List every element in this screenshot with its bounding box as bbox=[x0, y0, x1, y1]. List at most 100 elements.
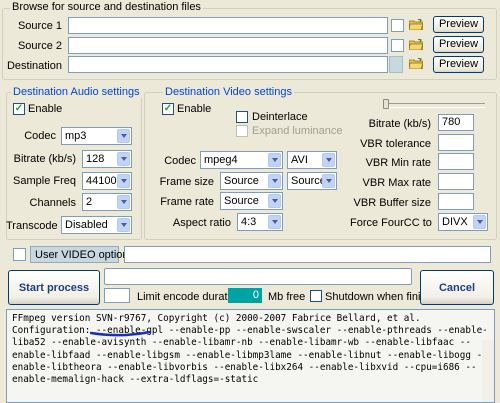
video-codec-select[interactable]: mpeg4 bbox=[200, 151, 283, 169]
console-line: FFmpeg version SVN-r9767, Copyright (c) … bbox=[12, 313, 421, 324]
source1-input[interactable] bbox=[68, 17, 388, 34]
force-fourcc-select[interactable]: DIVX bbox=[438, 213, 488, 231]
chevron-down-icon[interactable] bbox=[322, 174, 335, 188]
deinterlace-checkbox[interactable] bbox=[236, 111, 248, 123]
container-select[interactable]: AVI bbox=[287, 151, 337, 169]
sample-freq-label: Sample Freq bbox=[13, 175, 76, 187]
deinterlace-label: Deinterlace bbox=[252, 111, 308, 123]
vbr-buffer-size-input[interactable] bbox=[438, 193, 474, 210]
chevron-down-icon[interactable] bbox=[268, 174, 281, 188]
source1-folder-icon[interactable] bbox=[409, 19, 423, 30]
sample-freq-value: 44100 bbox=[86, 175, 117, 187]
user-video-options-checkbox[interactable] bbox=[13, 248, 26, 261]
chevron-down-icon[interactable] bbox=[117, 129, 130, 143]
destination-input[interactable] bbox=[68, 56, 388, 73]
frame-rate-value: Source bbox=[224, 195, 259, 207]
chevron-down-icon[interactable] bbox=[117, 174, 130, 188]
aspect-ratio-label: Aspect ratio bbox=[172, 217, 231, 229]
frame-size-value: Source bbox=[224, 175, 259, 187]
vbr-buffer-size-label: VBR Buffer size bbox=[353, 197, 431, 209]
source2-checkbox[interactable] bbox=[391, 39, 404, 52]
vbr-max-rate-input[interactable] bbox=[438, 173, 474, 190]
audio-bitrate-value: 128 bbox=[86, 153, 105, 165]
console-line: enable-libtheora --enable-libvorbis --en… bbox=[12, 361, 477, 373]
audio-bitrate-label: Bitrate (kb/s) bbox=[13, 153, 76, 165]
source2-input[interactable] bbox=[68, 37, 388, 54]
version-underline-annotation bbox=[90, 330, 152, 337]
vbr-min-rate-input[interactable] bbox=[438, 153, 474, 170]
start-process-button[interactable]: Start process bbox=[8, 270, 100, 305]
expand-luminance-checkbox bbox=[236, 125, 248, 137]
limit-duration-label: Limit encode duration bbox=[137, 291, 243, 303]
free-space-value: 0 bbox=[228, 288, 262, 303]
vbr-max-rate-label: VBR Max rate bbox=[362, 177, 431, 189]
audio-bitrate-select[interactable]: 128 bbox=[82, 150, 132, 168]
transcode-label: Transcode bbox=[6, 220, 58, 232]
destination-indicator bbox=[389, 56, 403, 73]
console-line: Configuration: --enable-gpl --enable-pp … bbox=[12, 325, 488, 337]
frame-rate-label: Frame rate bbox=[160, 196, 214, 208]
frame-size2-select[interactable]: Source bbox=[287, 172, 337, 190]
video-bitrate-label: Bitrate (kb/s) bbox=[368, 118, 431, 130]
channels-select[interactable]: 2 bbox=[82, 193, 132, 211]
frame-size2-value: Source bbox=[291, 175, 326, 187]
container-value: AVI bbox=[291, 154, 308, 166]
chevron-down-icon[interactable] bbox=[268, 153, 281, 167]
video-enable-label: Enable bbox=[177, 103, 212, 115]
source1-checkbox[interactable] bbox=[391, 19, 404, 32]
audio-enable-checkbox[interactable]: ✓ bbox=[13, 103, 25, 115]
transcode-select[interactable]: Disabled bbox=[61, 216, 132, 234]
cancel-button[interactable]: Cancel bbox=[420, 270, 494, 305]
chevron-down-icon[interactable] bbox=[322, 153, 335, 167]
video-bitrate-input[interactable]: 780 bbox=[438, 114, 474, 131]
frame-size-label: Frame size bbox=[159, 176, 214, 188]
source2-folder-icon[interactable] bbox=[409, 39, 423, 50]
chevron-down-icon[interactable] bbox=[268, 215, 281, 229]
frame-rate-select[interactable]: Source bbox=[220, 192, 283, 210]
video-codec-label: Codec bbox=[164, 155, 196, 167]
destination-label: Destination bbox=[6, 60, 62, 72]
audio-enable-label: Enable bbox=[28, 103, 63, 115]
chevron-down-icon[interactable] bbox=[473, 215, 486, 229]
destination-folder-icon[interactable] bbox=[409, 58, 423, 69]
channels-value: 2 bbox=[86, 196, 93, 208]
audio-group-title: Destination Audio settings bbox=[11, 86, 142, 98]
shutdown-checkbox[interactable] bbox=[310, 290, 322, 302]
aspect-ratio-value: 4:3 bbox=[241, 216, 257, 228]
source2-preview-button[interactable]: Preview bbox=[433, 36, 484, 53]
video-group-title: Destination Video settings bbox=[163, 86, 294, 98]
transcode-value: Disabled bbox=[65, 219, 108, 231]
chevron-down-icon[interactable] bbox=[117, 218, 130, 232]
source1-preview-button[interactable]: Preview bbox=[433, 16, 484, 33]
user-video-options-input[interactable] bbox=[124, 246, 491, 263]
console-line: enable-memalign-hack --extra-ldflags=-st… bbox=[12, 374, 259, 386]
bitrate-slider-track[interactable] bbox=[385, 103, 485, 108]
force-fourcc-value: DIVX bbox=[442, 216, 468, 228]
bitrate-slider-thumb[interactable] bbox=[383, 99, 389, 109]
audio-codec-select[interactable]: mp3 bbox=[61, 127, 132, 145]
force-fourcc-label: Force FourCC to bbox=[350, 217, 432, 229]
console-output: FFmpeg version SVN-r9767, Copyright (c) … bbox=[6, 309, 495, 403]
frame-size-select[interactable]: Source bbox=[220, 172, 283, 190]
source1-label: Source 1 bbox=[17, 20, 62, 32]
video-codec-value: mpeg4 bbox=[204, 154, 238, 166]
console-scrollbar[interactable] bbox=[482, 340, 494, 402]
user-video-options-button[interactable]: User VIDEO options > bbox=[30, 246, 144, 263]
console-line: liba52 --enable-avisynth --enable-libamr… bbox=[12, 337, 471, 349]
browse-group-title: Browse for source and destination files bbox=[10, 1, 203, 13]
expand-luminance-label: Expand luminance bbox=[252, 125, 343, 137]
audio-codec-label: Codec bbox=[24, 130, 56, 142]
sample-freq-select[interactable]: 44100 bbox=[82, 172, 132, 190]
limit-duration-input[interactable] bbox=[104, 288, 130, 303]
free-space-number: 0 bbox=[252, 289, 259, 301]
chevron-down-icon[interactable] bbox=[268, 194, 281, 208]
aspect-ratio-select[interactable]: 4:3 bbox=[237, 213, 283, 231]
free-space-unit: Mb free bbox=[268, 291, 306, 303]
vbr-tolerance-input[interactable] bbox=[438, 134, 474, 151]
chevron-down-icon[interactable] bbox=[117, 195, 130, 209]
destination-preview-button[interactable]: Preview bbox=[433, 56, 484, 73]
video-enable-checkbox[interactable]: ✓ bbox=[162, 103, 174, 115]
audio-codec-value: mp3 bbox=[65, 130, 87, 142]
vbr-min-rate-label: VBR Min rate bbox=[365, 157, 431, 169]
chevron-down-icon[interactable] bbox=[117, 152, 130, 166]
